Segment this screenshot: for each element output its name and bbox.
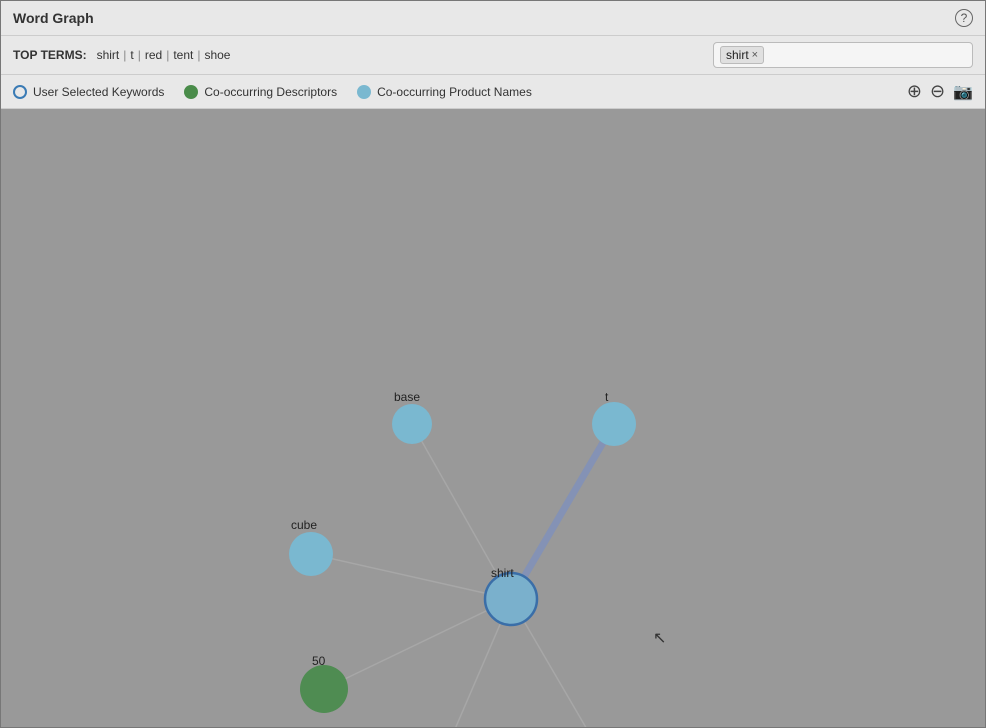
edge-shirt-cube [311,554,511,599]
label-50: 50 [312,654,326,668]
product-names-icon [357,85,371,99]
window-title: Word Graph [13,10,94,26]
legend-items: User Selected Keywords Co-occurring Desc… [13,85,532,99]
top-terms-left: TOP TERMS: shirt | t | red | tent | shoe [13,48,234,62]
main-window: Word Graph ? TOP TERMS: shirt | t | red … [0,0,986,728]
node-cube[interactable] [289,532,333,576]
search-tag: shirt × [720,46,764,64]
node-t[interactable] [592,402,636,446]
legend-label-descriptors: Co-occurring Descriptors [204,85,337,99]
edge-shirt-t [511,424,614,599]
title-bar: Word Graph ? [1,1,985,36]
label-base: base [394,390,420,404]
term-t[interactable]: t [126,48,137,62]
top-terms-bar: TOP TERMS: shirt | t | red | tent | shoe… [1,36,985,75]
legend-product-names: Co-occurring Product Names [357,85,532,99]
user-keywords-icon [13,85,27,99]
edge-shirt-50 [324,599,511,689]
legend-bar: User Selected Keywords Co-occurring Desc… [1,75,985,109]
camera-button[interactable]: 📷 [953,82,973,102]
node-shirt[interactable] [485,573,537,625]
zoom-out-button[interactable]: ⊖ [930,81,945,102]
search-box[interactable]: shirt × [713,42,973,68]
term-shoe[interactable]: shoe [200,48,234,62]
legend-user-keywords: User Selected Keywords [13,85,164,99]
legend-label-user-keywords: User Selected Keywords [33,85,164,99]
search-tag-close[interactable]: × [752,49,758,61]
toolbar-icons: ⊕ ⊖ 📷 [907,81,973,102]
legend-label-product-names: Co-occurring Product Names [377,85,532,99]
label-t: t [605,390,609,404]
label-cube: cube [291,518,317,532]
term-red[interactable]: red [141,48,166,62]
search-tag-text: shirt [726,48,749,62]
term-shirt[interactable]: shirt [93,48,124,62]
graph-area[interactable]: shirt t base cube 50 under basic ↖ [1,109,985,727]
legend-descriptors: Co-occurring Descriptors [184,85,337,99]
label-shirt: shirt [491,566,514,580]
node-50[interactable] [300,665,348,713]
help-icon[interactable]: ? [955,9,973,27]
top-terms-label: TOP TERMS: [13,48,87,62]
zoom-in-button[interactable]: ⊕ [907,81,922,102]
node-base[interactable] [392,404,432,444]
term-tent[interactable]: tent [169,48,197,62]
graph-svg: shirt t base cube 50 under basic ↖ [1,109,985,727]
descriptors-icon [184,85,198,99]
cursor: ↖ [653,630,666,647]
